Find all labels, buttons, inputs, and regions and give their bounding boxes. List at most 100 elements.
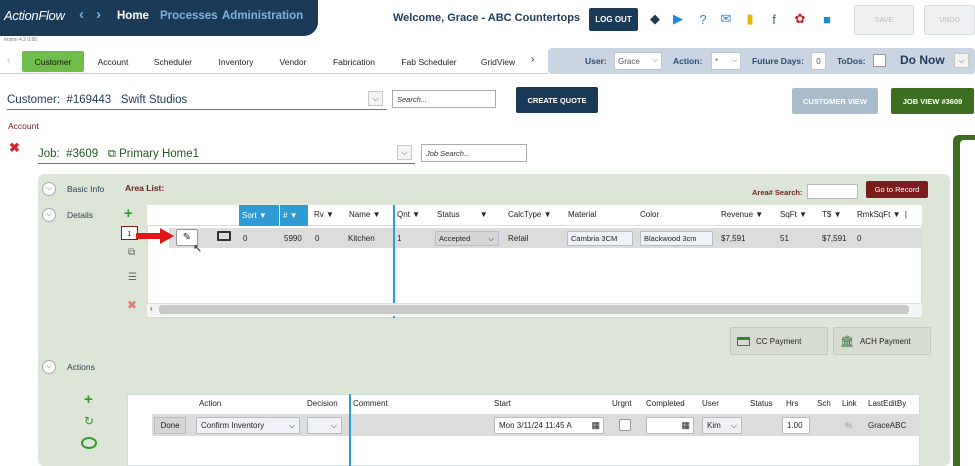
forward-arrow-icon[interactable]: › [96, 6, 101, 23]
details-toggle-icon[interactable]: ⌵ [42, 208, 56, 222]
network-icon[interactable]: ✿ [792, 11, 808, 27]
scroll-left-icon[interactable]: ‹ [150, 304, 153, 313]
customer-search-input[interactable]: Search... [392, 90, 496, 108]
done-button[interactable]: Done [154, 417, 186, 434]
basic-info-toggle-icon[interactable]: ⌵ [42, 182, 56, 196]
col-comment[interactable]: Comment [353, 399, 388, 408]
area-search-input[interactable] [807, 184, 858, 199]
col-sqft[interactable]: SqFt ▼ [780, 210, 807, 219]
job-search-input[interactable]: Job Search... [421, 144, 527, 162]
status-select[interactable]: Accepted ⌵ [435, 231, 499, 246]
calendar-icon[interactable]: ▦ [591, 420, 600, 431]
user-select[interactable]: Kim ⌵ [702, 417, 742, 434]
chat-icon[interactable] [81, 437, 97, 449]
cell-material[interactable]: Cambria 3CM [567, 231, 633, 246]
add-action-icon[interactable]: + [84, 391, 93, 408]
col-rmksqft[interactable]: RmkSqFt ▼ | [857, 210, 907, 219]
help-icon[interactable]: ? [695, 11, 711, 27]
customer-view-button[interactable]: CUSTOMER VIEW [792, 88, 878, 114]
close-icon[interactable]: ✖ [9, 140, 20, 156]
video-icon[interactable]: ■ [819, 11, 835, 27]
create-quote-button[interactable]: CREATE QUOTE [516, 87, 598, 113]
account-link[interactable]: Account [8, 121, 39, 131]
completed-date-input[interactable]: ▦ [646, 417, 694, 434]
actions-toggle-icon[interactable]: ⌵ [42, 360, 56, 374]
tab-inventory[interactable]: Inventory [206, 51, 266, 72]
col-qnt[interactable]: Qnt ▼ [397, 210, 420, 219]
col-material[interactable]: Material [568, 210, 596, 219]
nav-home[interactable]: Home [117, 10, 149, 22]
col-user[interactable]: User [702, 399, 719, 408]
tab-scroll-left-icon[interactable]: ‹ [7, 55, 10, 66]
tab-fabrication[interactable]: Fabrication [320, 51, 388, 72]
tab-fab-scheduler[interactable]: Fab Scheduler [390, 51, 468, 72]
action-select[interactable]: * ⌵ [711, 52, 741, 70]
col-start[interactable]: Start [494, 399, 511, 408]
copy-icon[interactable]: ⧉ [128, 247, 135, 258]
checklist-icon[interactable]: ☰ [128, 272, 137, 283]
hours-input[interactable]: 1.00 [782, 417, 810, 434]
ach-payment-button[interactable]: 🏛 ACH Payment [833, 327, 931, 355]
col-completed[interactable]: Completed [646, 399, 685, 408]
col-link[interactable]: Link [842, 399, 857, 408]
tab-scroll-right-icon[interactable]: › [531, 54, 534, 65]
col-calctype[interactable]: CalcType ▼ [508, 210, 552, 219]
link-icon[interactable]: % [845, 421, 852, 430]
facebook-icon[interactable]: f [766, 11, 782, 27]
tab-customer[interactable]: Customer [22, 51, 84, 72]
start-datetime-input[interactable]: Mon 3/11/24 11:45 A ▦ [494, 417, 604, 434]
do-now-dropdown[interactable]: ⌵ [954, 53, 969, 68]
tag-icon[interactable]: ◆ [647, 11, 663, 27]
col-revenue[interactable]: Revenue ▼ [721, 210, 763, 219]
cell-color[interactable]: Blackwood 3cm [640, 231, 713, 246]
go-to-record-button[interactable]: Go to Record [866, 181, 928, 198]
job-dropdown[interactable]: ⌵ [397, 145, 412, 160]
undo-button[interactable]: UNDO [924, 5, 975, 35]
table-row[interactable] [169, 228, 921, 248]
calendar-icon[interactable]: ▦ [681, 420, 690, 431]
col-sort[interactable]: Sort ▼ [239, 205, 279, 226]
nav-processes[interactable]: Processes [160, 10, 218, 22]
col-status[interactable]: Status ▼ [437, 210, 488, 219]
customer-dropdown[interactable]: ⌵ [368, 91, 383, 106]
do-now-select[interactable]: Do Now [900, 53, 945, 67]
col-name[interactable]: Name ▼ [349, 210, 380, 219]
col-urgnt[interactable]: Urgnt [612, 399, 632, 408]
tab-account[interactable]: Account [86, 51, 140, 72]
col-lasteditby[interactable]: LastEditBy [868, 399, 906, 408]
scrollbar-thumb[interactable] [159, 305, 909, 314]
tab-gridview[interactable]: GridView [470, 51, 526, 72]
tab-vendor[interactable]: Vendor [268, 51, 318, 72]
user-select[interactable]: Grace ⌵ [614, 52, 662, 70]
refresh-icon[interactable]: ↻ [84, 414, 94, 428]
chart-icon[interactable]: ▮ [742, 11, 758, 27]
col-tdollar[interactable]: T$ ▼ [822, 210, 841, 219]
back-arrow-icon[interactable]: ‹ [79, 6, 84, 23]
col-number[interactable]: # ▼ [280, 205, 308, 226]
todos-checkbox[interactable] [873, 54, 886, 67]
side-panel-tab[interactable] [960, 140, 975, 466]
nav-administration[interactable]: Administration [222, 10, 303, 22]
col-sch[interactable]: Sch [817, 399, 831, 408]
delete-icon[interactable]: ✖ [127, 298, 137, 312]
future-days-input[interactable]: 0 [811, 52, 826, 70]
decision-select[interactable]: ⌵ [307, 417, 342, 434]
job-view-button[interactable]: JOB VIEW #3609 [891, 88, 974, 114]
cc-payment-button[interactable]: CC Payment [730, 327, 828, 355]
col-rv[interactable]: Rv ▼ [314, 210, 334, 219]
logout-button[interactable]: LOG OUT [589, 8, 638, 31]
col-action[interactable]: Action [199, 399, 221, 408]
copy-icon[interactable]: ⧉ [108, 148, 116, 160]
urgent-checkbox[interactable] [619, 419, 631, 431]
action-select[interactable]: Confirm Inventory ⌵ [196, 417, 300, 434]
col-hrs[interactable]: Hrs [786, 399, 798, 408]
mail-icon[interactable]: ✉ [718, 11, 734, 27]
tab-scheduler[interactable]: Scheduler [142, 51, 204, 72]
col-decision[interactable]: Decision [307, 399, 338, 408]
play-icon[interactable]: ▶ [670, 11, 686, 27]
save-button[interactable]: SAVE [854, 5, 914, 35]
add-icon[interactable]: + [124, 205, 133, 222]
col-status[interactable]: Status [750, 399, 773, 408]
monitor-icon[interactable] [217, 231, 231, 241]
col-color[interactable]: Color [640, 210, 659, 219]
